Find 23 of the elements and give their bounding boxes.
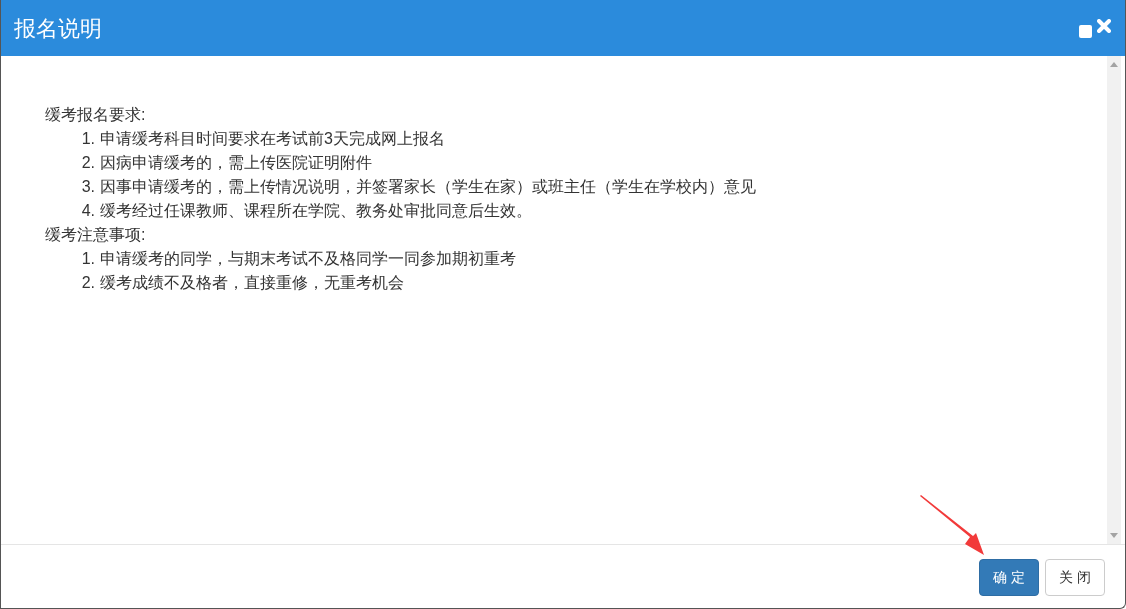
close-button[interactable]: 关 闭 xyxy=(1045,559,1105,596)
confirm-button[interactable]: 确 定 xyxy=(979,559,1040,596)
list-number: 2. xyxy=(80,273,95,293)
annotation-arrow xyxy=(918,495,986,557)
close-icon[interactable] xyxy=(1097,19,1111,33)
list-item-text: 因事申请缓考的，需上传情况说明，并签署家长（学生在家）或班主任（学生在学校内）意见 xyxy=(100,177,756,197)
scroll-down-icon[interactable] xyxy=(1110,533,1118,538)
maximize-icon[interactable] xyxy=(1079,24,1092,38)
list-number: 3. xyxy=(80,177,95,197)
list-item-text: 缓考经过任课教师、课程所在学院、教务处审批同意后生效。 xyxy=(100,201,532,221)
list-item-text: 缓考成绩不及格者，直接重修，无重考机会 xyxy=(100,273,404,293)
list-number: 1. xyxy=(80,129,95,149)
scroll-up-icon[interactable] xyxy=(1110,62,1118,67)
list-item-text: 因病申请缓考的，需上传医院证明附件 xyxy=(100,153,372,173)
dialog-title: 报名说明 xyxy=(14,14,103,43)
list-item-text: 申请缓考科目时间要求在考试前3天完成网上报名 xyxy=(100,129,445,149)
list-item-text: 申请缓考的同学，与期末考试不及格同学一同参加期初重考 xyxy=(100,249,516,269)
list-number: 2. xyxy=(80,153,95,173)
list-number: 1. xyxy=(80,249,95,269)
list-number: 4. xyxy=(80,201,95,221)
section-heading: 缓考报名要求: xyxy=(45,105,146,125)
scrollbar[interactable] xyxy=(1107,56,1121,544)
section-heading: 缓考注意事项: xyxy=(45,225,146,245)
